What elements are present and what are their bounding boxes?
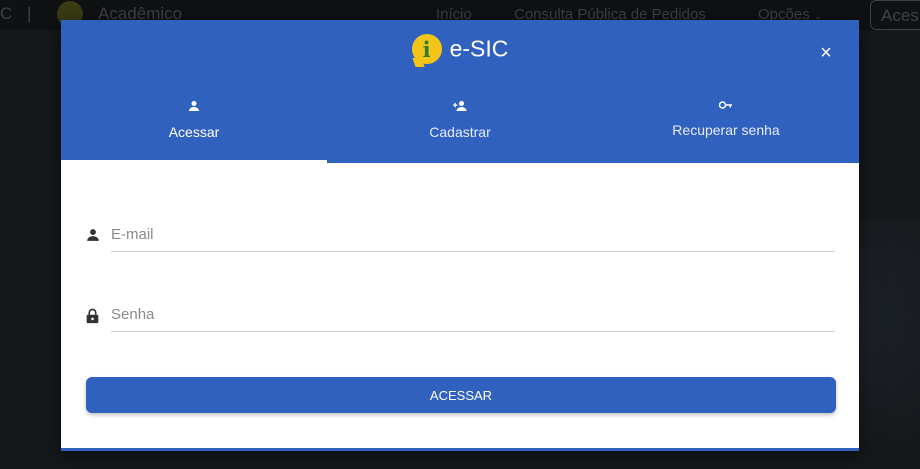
modal-title-text: e-SIC	[449, 35, 509, 62]
email-field	[86, 216, 836, 256]
person-add-icon	[453, 101, 467, 111]
login-modal: i e-SIC × Acessar Cadastrar Recuperar sen…	[61, 20, 859, 451]
modal-title: i e-SIC	[61, 34, 859, 64]
brand-fragment: C	[0, 4, 13, 23]
tab-cadastrar-label: Cadastrar	[429, 124, 491, 140]
person-icon	[87, 229, 99, 241]
header-separator: |	[27, 4, 32, 23]
modal-bottom-border	[61, 448, 859, 451]
password-field	[86, 296, 836, 336]
person-icon	[189, 101, 199, 111]
access-button-label: Aces	[881, 6, 919, 25]
tab-acessar-label: Acessar	[168, 124, 220, 140]
close-button[interactable]: ×	[817, 42, 835, 64]
esic-logo-icon: i	[411, 34, 442, 64]
modal-header: i e-SIC × Acessar Cadastrar Recuperar sen…	[61, 20, 859, 163]
password-input[interactable]	[111, 298, 835, 332]
tab-recuperar-senha-label: Recuperar senha	[672, 122, 780, 138]
email-input[interactable]	[111, 218, 835, 252]
active-tab-indicator	[61, 160, 327, 163]
tab-recuperar-senha[interactable]: Recuperar senha	[593, 100, 859, 163]
acessar-button[interactable]: ACESSAR	[86, 377, 836, 413]
tab-cadastrar[interactable]: Cadastrar	[327, 100, 593, 163]
tab-acessar[interactable]: Acessar	[61, 100, 327, 163]
lock-icon	[86, 308, 99, 324]
key-icon	[719, 101, 732, 109]
access-button-background[interactable]: Aces	[870, 0, 920, 30]
